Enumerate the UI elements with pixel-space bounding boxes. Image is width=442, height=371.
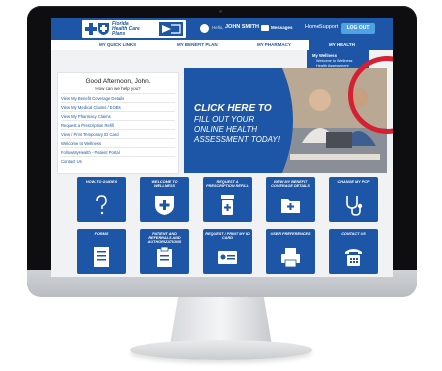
tile-label: USER PREFERENCES	[270, 232, 311, 236]
nav-my-health-label: MY HEALTH	[329, 42, 355, 47]
tile-contact-us[interactable]: CONTACT US	[329, 229, 378, 274]
banner-line-4: ASSESSMENT TODAY!	[194, 135, 280, 144]
tile-print-id-card[interactable]: REQUEST / PRINT MY ID CARD	[203, 229, 252, 274]
user-avatar-icon	[200, 24, 209, 33]
tile-welcome-to-wellness[interactable]: WELCOME TO WELLNESS	[140, 177, 189, 222]
greeting-prefix: Hello,	[212, 25, 224, 30]
tile-referrals-authorizations[interactable]: PATIENT AND REFERRALS AND AUTHORIZATIONS	[140, 229, 189, 274]
tile-change-pcp[interactable]: CHANGE MY PCP	[329, 177, 378, 222]
tile-benefit-coverage[interactable]: VIEW MY BENEFIT COVERAGE DETAILS	[266, 177, 315, 222]
envelope-icon[interactable]	[261, 25, 269, 31]
site-logo[interactable]: Florida Health Care Plans	[82, 20, 186, 38]
camera-dot	[219, 10, 222, 13]
tile-how-to-guides[interactable]: HOW-TO GUIDES	[77, 177, 126, 222]
tile-label: CONTACT US	[341, 232, 366, 236]
monitor-screen: Florida Health Care Plans Hello, JOHN SM…	[51, 18, 393, 277]
tile-label: WELCOME TO WELLNESS	[151, 180, 178, 189]
tile-label: HOW-TO GUIDES	[85, 180, 118, 184]
question-icon	[96, 195, 107, 215]
support-link[interactable]: Support	[319, 24, 338, 30]
tile-request-refill[interactable]: REQUEST A PRESCRIPTION REFILL	[203, 177, 252, 222]
dropdown-title: My Wellness	[312, 53, 338, 58]
nav-my-quick-links[interactable]: MY QUICK LINKS	[99, 42, 136, 47]
tile-label: VIEW MY BENEFIT COVERAGE DETAILS	[271, 180, 310, 189]
tile-label: PATIENT AND REFERRALS AND AUTHORIZATIONS	[147, 232, 182, 245]
clipboard-icon	[157, 246, 172, 267]
username-label[interactable]: JOHN SMITH	[225, 24, 259, 30]
telephone-icon	[345, 249, 362, 266]
banner-line-2: FILL OUT YOUR	[194, 115, 255, 124]
id-card-icon	[218, 251, 237, 264]
folder-plus-icon	[281, 199, 300, 213]
nav-my-pharmacy[interactable]: MY PHARMACY	[257, 42, 291, 47]
messages-link[interactable]: Messages	[271, 25, 293, 30]
quick-link[interactable]: Contact Us	[61, 156, 175, 166]
blue-cross-icon	[85, 23, 97, 35]
nav-my-benefit-plan[interactable]: MY BENEFIT PLAN	[177, 42, 218, 47]
greeting-title: Good Afternoon, John.	[85, 78, 151, 85]
tile-label: FORMS	[94, 232, 109, 236]
stethoscope-icon	[346, 196, 363, 216]
shield-plus-icon	[155, 196, 174, 215]
tile-forms[interactable]: FORMS	[77, 229, 126, 274]
tile-label: CHANGE MY PCP	[337, 180, 370, 184]
dropdown-item-welcome[interactable]: Welcome to Wellness	[316, 59, 352, 63]
logout-button[interactable]: LOG OUT	[341, 23, 375, 34]
banner-line-3: ONLINE HEALTH	[194, 125, 257, 134]
main-nav: MY QUICK LINKS MY BENEFIT PLAN MY PHARMA…	[51, 40, 393, 50]
monitor-stand-neck	[170, 297, 272, 345]
greeting-subtitle: How can we help you?	[95, 86, 141, 91]
prescription-bottle-icon	[221, 195, 234, 215]
banner-headline: CLICK HERE TO	[194, 103, 272, 114]
tile-user-preferences[interactable]: USER PREFERENCES	[266, 229, 315, 274]
blue-shield-icon	[98, 23, 109, 35]
printer-icon	[281, 248, 300, 268]
quick-links-panel: Good Afternoon, John. How can we help yo…	[57, 72, 179, 174]
site-header: Florida Health Care Plans Hello, JOHN SM…	[51, 18, 393, 40]
home-link[interactable]: Home	[305, 24, 320, 30]
monitor-stand-base	[130, 340, 312, 360]
document-icon	[94, 247, 109, 267]
tile-label: REQUEST A PRESCRIPTION REFILL	[206, 180, 249, 189]
logo-text-line-3: Plans	[112, 31, 126, 37]
banner-swoosh	[264, 68, 293, 173]
nav-my-health-tab[interactable]: MY HEALTH	[309, 40, 393, 50]
tile-label: REQUEST / PRINT MY ID CARD	[205, 232, 250, 241]
flag-emblem-icon	[159, 22, 183, 36]
